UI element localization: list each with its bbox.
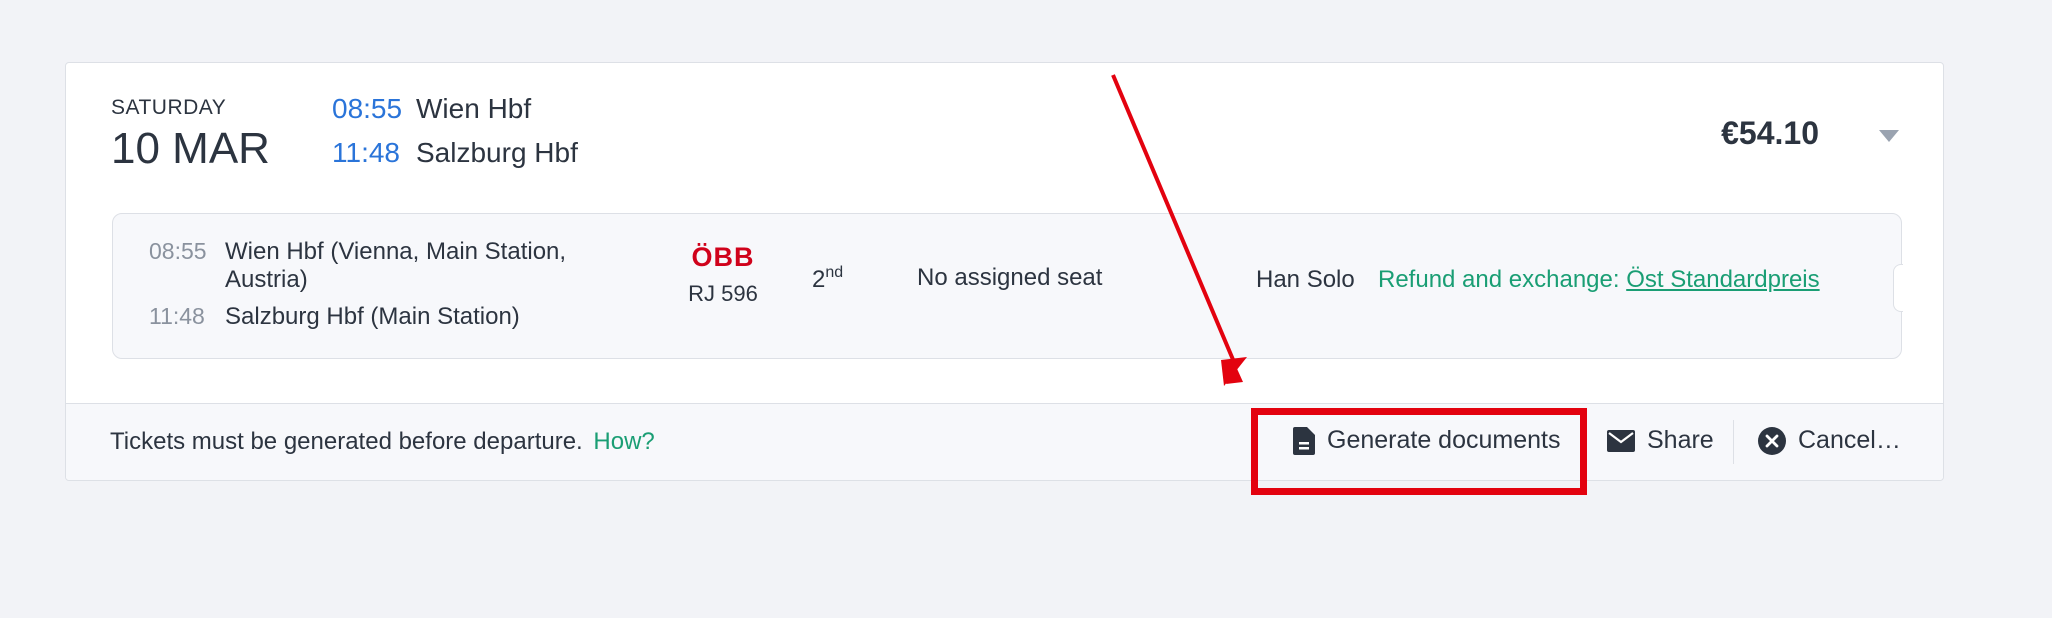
annotation-highlight-box	[1251, 408, 1587, 495]
annotation-arrow	[1111, 74, 1247, 386]
